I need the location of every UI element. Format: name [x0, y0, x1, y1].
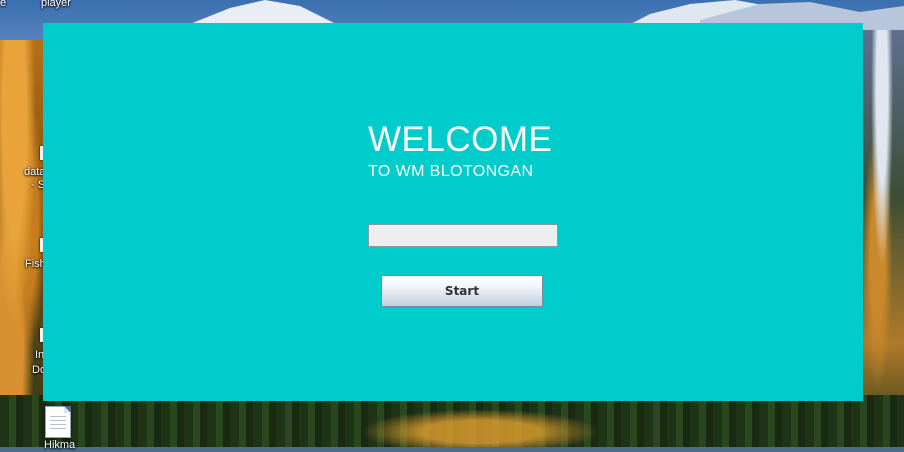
welcome-title: WELCOME: [368, 120, 553, 159]
name-input[interactable]: [368, 224, 558, 247]
desktop-icon-label-e[interactable]: e: [0, 0, 6, 10]
wallpaper-forest-right: [860, 30, 904, 447]
welcome-window: WELCOME TO WM BLOTONGAN Start: [43, 23, 863, 401]
desktop-icon-label-hikma[interactable]: Hikma: [44, 439, 75, 452]
wallpaper-forest-bottom: [0, 395, 904, 447]
document-icon[interactable]: [45, 406, 71, 438]
desktop-icon-label-player[interactable]: player: [41, 0, 71, 10]
start-button[interactable]: Start: [381, 275, 543, 307]
welcome-subtitle: TO WM BLOTONGAN: [368, 163, 534, 180]
